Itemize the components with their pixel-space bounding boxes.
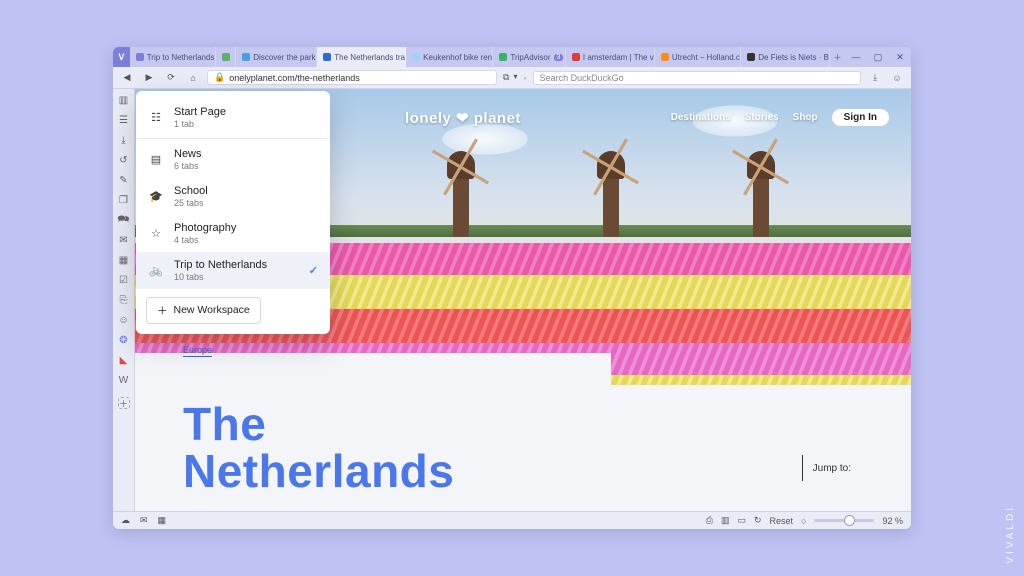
- panel-calendar-icon[interactable]: ▦: [117, 253, 131, 267]
- panel-history-icon[interactable]: ↺: [117, 153, 131, 167]
- profile-icon[interactable]: ☺: [889, 73, 905, 83]
- site-logo[interactable]: lonely ❤ planet: [405, 109, 521, 127]
- address-bar: ◀ ▶ ⟳ ⌂ 🔒 onelyplanet.com/the-netherlands…: [113, 67, 911, 89]
- panel-tasks-icon[interactable]: ☑: [117, 273, 131, 287]
- plus-icon: ＋: [157, 303, 168, 318]
- panel-downloads-icon[interactable]: ⤓: [117, 133, 131, 147]
- panel-sidebar: ▥ ☰ ⤓ ↺ ✎ ❐ 🗪 ✉ ▦ ☑ ⎘ ☺ ❂ ◣ W ＋: [113, 89, 135, 511]
- bike-icon: 🚲: [148, 264, 164, 277]
- workspace-item[interactable]: 🎓 School25 tabs: [136, 178, 330, 215]
- panel-contacts-icon[interactable]: ☺: [117, 313, 131, 327]
- window-minimize-icon[interactable]: —: [845, 47, 867, 67]
- workspace-item[interactable]: ☷ Start Page1 tab: [136, 99, 330, 136]
- zoom-reset[interactable]: Reset: [770, 516, 794, 526]
- tab-item[interactable]: Keukenhof bike ren: [406, 47, 493, 67]
- panel-bookmarks-icon[interactable]: ▥: [117, 93, 131, 107]
- site-nav: Destinations Stories Shop Sign In: [671, 109, 889, 126]
- panel-vivaldi-icon[interactable]: ◣: [117, 353, 131, 367]
- workspace-item[interactable]: ☆ Photography4 tabs: [136, 215, 330, 252]
- dropdown-chevron-icon[interactable]: ▾: [513, 72, 517, 83]
- tab-strip: V Trip to Netherlands Discover the park …: [113, 47, 911, 67]
- panel-window-icon[interactable]: ❐: [117, 193, 131, 207]
- window-maximize-icon[interactable]: ▢: [867, 47, 889, 67]
- url-field[interactable]: 🔒 onelyplanet.com/the-netherlands: [207, 70, 497, 85]
- new-tab-button[interactable]: ＋: [830, 47, 845, 67]
- panel-feeds-icon[interactable]: ⎘: [117, 293, 131, 307]
- tiling-icon[interactable]: ▥: [721, 515, 730, 526]
- forward-button[interactable]: ▶: [141, 72, 157, 83]
- calendar-status-icon[interactable]: ▦: [158, 515, 167, 526]
- tab-item[interactable]: Utrecht – Holland.c: [655, 47, 741, 67]
- search-field[interactable]: Search DuckDuckGo: [533, 71, 861, 85]
- new-workspace-button[interactable]: ＋New Workspace: [146, 297, 261, 324]
- panel-add-icon[interactable]: ＋: [118, 397, 130, 409]
- workspaces-dropdown: ☷ Start Page1 tab ▤ News6 tabs 🎓 School2…: [136, 91, 330, 334]
- jump-to: Jump to:: [802, 455, 851, 481]
- site-lock-icon: 🔒: [214, 72, 225, 83]
- vivaldi-watermark: VIVALDI: [1005, 505, 1016, 564]
- panel-readinglist-icon[interactable]: ☰: [117, 113, 131, 127]
- back-button[interactable]: ◀: [119, 72, 135, 83]
- nav-shop[interactable]: Shop: [793, 112, 818, 123]
- star-icon: ☆: [148, 227, 164, 240]
- nav-destinations[interactable]: Destinations: [671, 112, 731, 123]
- reload-button[interactable]: ⟳: [163, 72, 179, 83]
- tab-item[interactable]: De Fiets is Niets · B: [741, 47, 830, 67]
- panel-wiki-icon[interactable]: W: [117, 373, 131, 387]
- school-icon: 🎓: [148, 190, 164, 203]
- stack-icon: ☷: [148, 111, 164, 124]
- tab-item[interactable]: I amsterdam | The v: [566, 47, 655, 67]
- workspace-item[interactable]: ▤ News6 tabs: [136, 141, 330, 178]
- sync-icon[interactable]: ☁: [121, 515, 130, 526]
- nav-stories[interactable]: Stories: [745, 112, 779, 123]
- panel-translate-icon[interactable]: 🗪: [117, 213, 131, 227]
- zoom-level: 92 %: [882, 516, 903, 526]
- panel-notes-icon[interactable]: ✎: [117, 173, 131, 187]
- actions-icon[interactable]: ↻: [754, 515, 762, 526]
- vivaldi-menu-icon[interactable]: V: [113, 47, 130, 67]
- zoom-out-icon[interactable]: ○: [801, 516, 806, 526]
- panel-mastodon-icon[interactable]: ❂: [117, 333, 131, 347]
- tab-item-active[interactable]: The Netherlands tra: [317, 47, 406, 67]
- mail-status-icon[interactable]: ✉: [140, 515, 148, 526]
- workspace-item-selected[interactable]: 🚲 Trip to Netherlands10 tabs: [136, 252, 330, 289]
- tab-item[interactable]: [216, 47, 236, 67]
- tab-item[interactable]: Discover the park: [236, 47, 317, 67]
- url-text: onelyplanet.com/the-netherlands: [229, 73, 360, 83]
- zoom-slider[interactable]: [814, 519, 874, 522]
- images-toggle-icon[interactable]: ▭: [737, 515, 746, 526]
- home-button[interactable]: ⌂: [185, 73, 201, 83]
- downloads-icon[interactable]: ⤓: [867, 72, 883, 83]
- status-bar: ☁ ✉ ▦ ⎙ ▥ ▭ ↻ Reset ○ 92 %: [113, 511, 911, 529]
- browser-window: V Trip to Netherlands Discover the park …: [113, 47, 911, 529]
- tab-item[interactable]: TripAdvisor3: [493, 47, 565, 67]
- capture-icon[interactable]: ⎙: [706, 515, 713, 526]
- news-icon: ▤: [148, 153, 164, 166]
- breadcrumb-link[interactable]: Europe: [183, 345, 212, 357]
- signin-button[interactable]: Sign In: [832, 109, 889, 126]
- reader-view-icon[interactable]: ⧉: [503, 72, 509, 83]
- window-close-icon[interactable]: ✕: [889, 47, 911, 67]
- panel-mail-icon[interactable]: ✉: [117, 233, 131, 247]
- page-title: TheNetherlands: [183, 401, 454, 495]
- tab-item[interactable]: Trip to Netherlands: [130, 47, 216, 67]
